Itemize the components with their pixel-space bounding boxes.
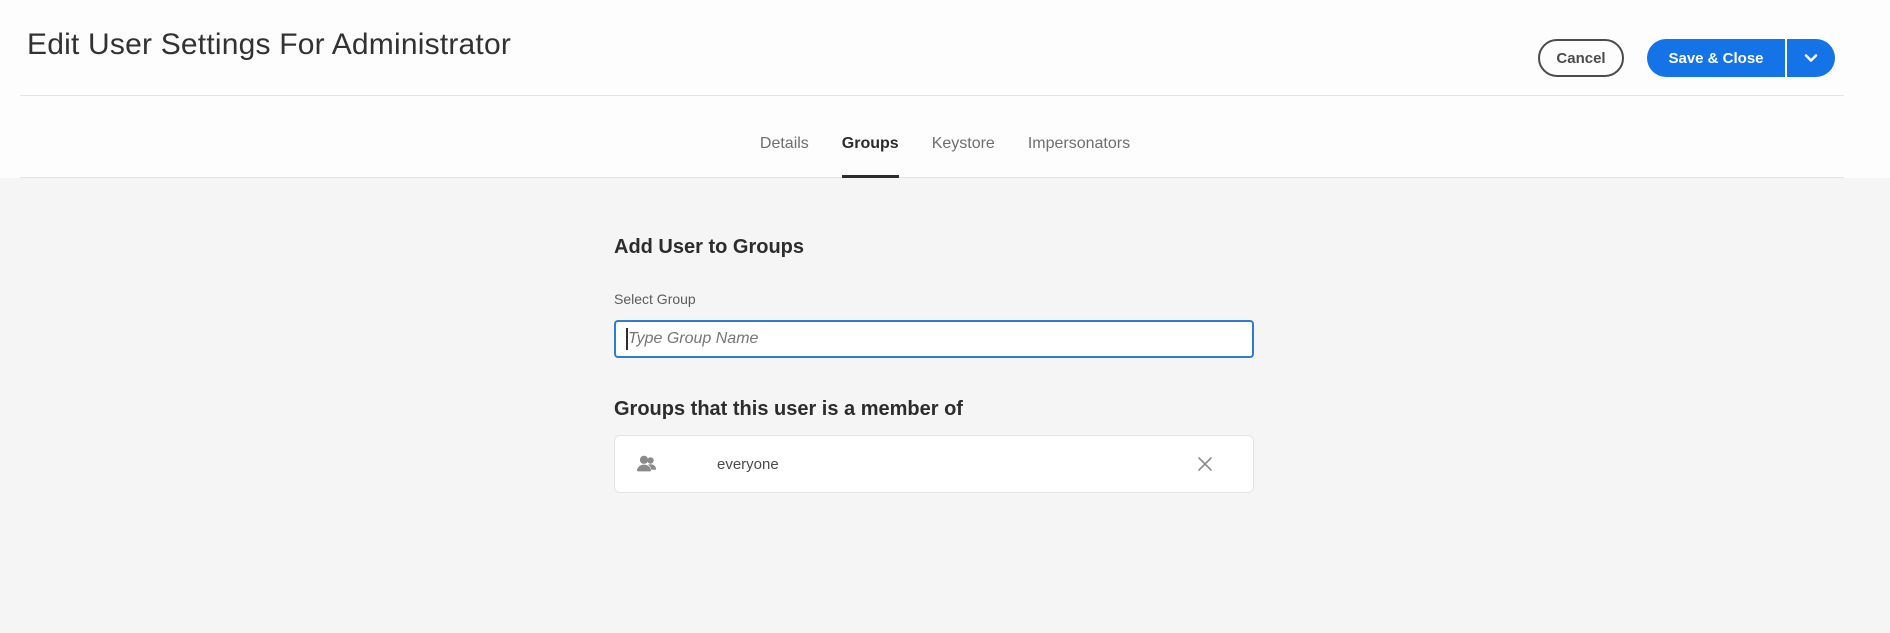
user-group-icon xyxy=(634,451,660,477)
cancel-button[interactable]: Cancel xyxy=(1538,39,1624,77)
select-group-label: Select Group xyxy=(614,291,696,307)
group-name-label: everyone xyxy=(717,455,779,473)
page-title: Edit User Settings For Administrator xyxy=(27,28,512,61)
remove-group-button[interactable] xyxy=(1191,450,1219,478)
tab-groups[interactable]: Groups xyxy=(841,96,899,178)
save-close-button[interactable]: Save & Close xyxy=(1647,39,1785,77)
tab-impersonators[interactable]: Impersonators xyxy=(1028,96,1130,178)
add-user-to-groups-heading: Add User to Groups xyxy=(614,236,805,258)
group-name-input[interactable] xyxy=(614,320,1254,358)
group-list-item: everyone xyxy=(614,435,1254,493)
chevron-down-icon xyxy=(1804,53,1818,63)
member-groups-heading: Groups that this user is a member of xyxy=(614,398,963,420)
save-close-split-button: Save & Close xyxy=(1647,39,1835,77)
edit-user-settings-page: Edit User Settings For Administrator Can… xyxy=(0,0,1890,633)
tab-bar: Details Groups Keystore Impersonators xyxy=(0,96,1890,178)
tabbar-separator xyxy=(20,177,1844,178)
group-search-field xyxy=(614,320,1254,358)
tab-keystore[interactable]: Keystore xyxy=(932,96,995,178)
save-close-dropdown-button[interactable] xyxy=(1787,39,1835,77)
close-icon xyxy=(1197,456,1213,472)
header-region: Edit User Settings For Administrator Can… xyxy=(0,0,1890,178)
tab-details[interactable]: Details xyxy=(760,96,809,178)
